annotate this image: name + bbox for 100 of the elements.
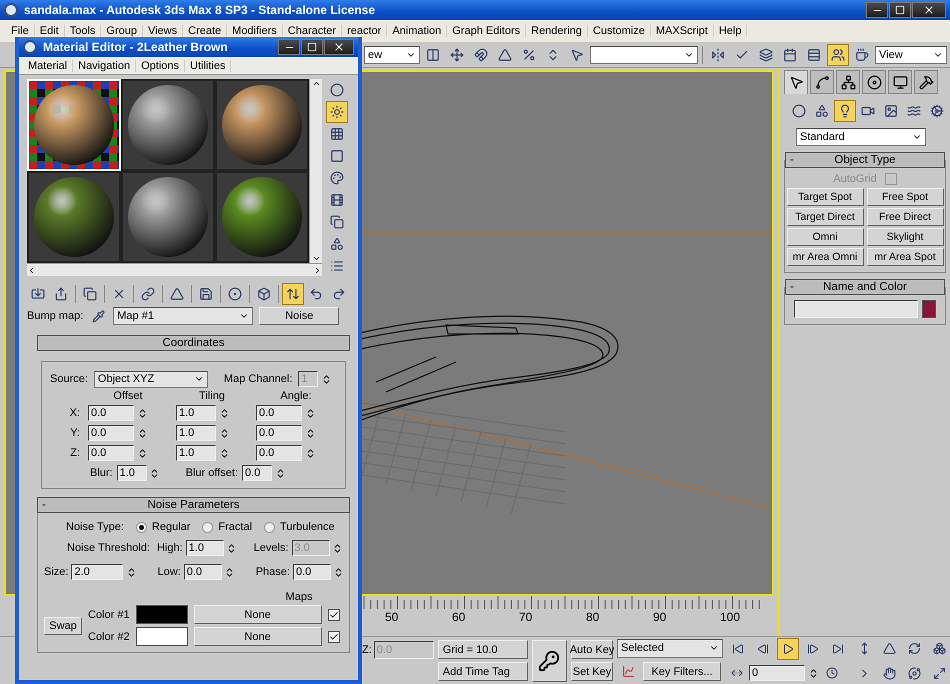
material-sample-slot[interactable]: [215, 171, 309, 263]
column-header: Tiling: [198, 390, 226, 402]
maximize-button[interactable]: [301, 39, 323, 55]
updown-icon[interactable]: [282, 283, 304, 305]
rollout-header[interactable]: Coordinates: [37, 335, 350, 351]
rollout-header[interactable]: - Name and Color: [785, 279, 945, 295]
menu-item[interactable]: Customize: [588, 25, 651, 37]
menu-item[interactable]: Rendering: [526, 25, 588, 37]
checkmark-icon: [328, 610, 339, 620]
map-slot-button[interactable]: None: [194, 605, 322, 624]
number-field[interactable]: 0.0: [184, 564, 222, 580]
close-button[interactable]: [912, 2, 946, 18]
map-name-dropdown[interactable]: Map #1: [113, 307, 254, 325]
number-field[interactable]: 0.0: [88, 445, 134, 461]
rollout-header[interactable]: - Object Type: [785, 152, 945, 168]
material-sample-slot[interactable]: [121, 171, 215, 263]
minimize-button[interactable]: [278, 39, 300, 55]
color-label: Color #2: [88, 630, 130, 642]
hierarchy-tab[interactable]: [836, 70, 860, 94]
noise-threshold-label: Noise Threshold:: [67, 542, 150, 554]
minimize-button[interactable]: [866, 2, 888, 18]
number-field[interactable]: 0.0: [256, 445, 302, 461]
light-type-button[interactable]: Target Spot: [786, 188, 864, 206]
rollout-header[interactable]: - Noise Parameters: [37, 497, 350, 513]
light-type-button[interactable]: Omni: [786, 228, 864, 246]
blur-offset-label: Blur offset:: [186, 467, 238, 479]
light-type-button[interactable]: Skylight: [866, 228, 944, 246]
number-field[interactable]: 1.0: [176, 425, 216, 441]
light-type-button[interactable]: mr Area Spot: [866, 248, 944, 266]
key-mode-dropdown[interactable]: Selected: [617, 638, 723, 658]
maximize-icon: [895, 5, 905, 15]
selection-set-dropdown[interactable]: [590, 46, 698, 64]
curve-tab[interactable]: [810, 70, 834, 94]
monitor-tab[interactable]: [888, 70, 912, 94]
number-field[interactable]: 0.0: [256, 425, 302, 441]
map-checkbox[interactable]: [328, 608, 340, 620]
radio-button[interactable]: [136, 522, 147, 532]
color-swatch[interactable]: [922, 300, 936, 318]
menu-item[interactable]: Help: [714, 25, 748, 37]
menu-item[interactable]: Animation: [387, 25, 448, 37]
light-type-button[interactable]: Free Direct: [866, 208, 944, 226]
play-icon[interactable]: [777, 638, 799, 660]
name-field[interactable]: [794, 300, 918, 318]
light-icon[interactable]: [834, 100, 856, 122]
key-icon: [538, 650, 560, 672]
color-swatch[interactable]: [136, 627, 188, 646]
cursor-tab[interactable]: [784, 70, 808, 94]
number-field[interactable]: 0: [749, 665, 805, 681]
number-field[interactable]: 0.0: [256, 405, 302, 421]
key-button[interactable]: [532, 640, 567, 682]
coordinate-dropdown[interactable]: View: [875, 46, 947, 64]
material-sample-slot[interactable]: [27, 171, 121, 263]
map-type-button[interactable]: Noise: [259, 307, 340, 325]
close-button[interactable]: [324, 39, 354, 55]
map-channel-label: Map Channel:: [224, 373, 292, 385]
key-filters-button[interactable]: Key Filters...: [643, 662, 721, 681]
number-field[interactable]: 1.0: [116, 465, 147, 481]
people-icon[interactable]: [827, 44, 849, 66]
number-field[interactable]: 0.0: [88, 405, 134, 421]
category-dropdown[interactable]: Standard: [796, 128, 926, 146]
source-dropdown[interactable]: Object XYZ: [94, 370, 208, 388]
light-type-button[interactable]: Free Spot: [866, 188, 944, 206]
menu-item[interactable]: Material: [23, 60, 74, 72]
material-sample-slot[interactable]: [215, 79, 309, 171]
disc-tab[interactable]: [862, 70, 886, 94]
light-type-button[interactable]: Target Direct: [786, 208, 864, 226]
blur-label: Blur:: [90, 467, 113, 479]
menu-item[interactable]: Navigation: [73, 60, 136, 72]
number-field[interactable]: 1.0: [176, 405, 216, 421]
light-type-button[interactable]: mr Area Omni: [786, 248, 864, 266]
auto-key-button[interactable]: Auto Key: [571, 640, 613, 659]
horizontal-scrollbar[interactable]: [27, 263, 322, 276]
radio-button[interactable]: [202, 522, 214, 532]
number-field[interactable]: 0.0: [88, 425, 134, 441]
number-field[interactable]: 0.0: [292, 564, 331, 580]
menu-item[interactable]: Utilities: [185, 60, 232, 72]
map-slot-button[interactable]: None: [194, 627, 322, 646]
menu-item[interactable]: Graph Editors: [447, 25, 526, 37]
number-field[interactable]: 2.0: [71, 564, 124, 580]
add-time-tag-button[interactable]: Add Time Tag: [438, 662, 528, 681]
hammer-tab[interactable]: [914, 70, 938, 94]
vertical-scrollbar[interactable]: [309, 79, 322, 263]
cursor-icon: [788, 75, 804, 90]
sun-icon[interactable]: [326, 101, 348, 123]
hierarchy-icon: [840, 74, 856, 90]
color-swatch[interactable]: [136, 605, 188, 624]
menu-item[interactable]: MAXScript: [650, 25, 714, 37]
number-field[interactable]: 0.0: [242, 465, 272, 481]
viewport-dropdown[interactable]: ew: [364, 46, 420, 64]
material-sample-slot[interactable]: [121, 79, 215, 171]
swap-button[interactable]: Swap: [44, 616, 82, 634]
source-label: Source:: [50, 373, 88, 385]
set-key-button[interactable]: Set Key: [571, 662, 613, 681]
number-field[interactable]: 1.0: [186, 540, 224, 556]
maximize-button[interactable]: [889, 2, 911, 18]
size-label: Size:: [44, 566, 68, 578]
number-field[interactable]: 1.0: [176, 445, 216, 461]
map-checkbox[interactable]: [328, 630, 340, 642]
radio-button[interactable]: [264, 522, 276, 532]
menu-item[interactable]: Options: [136, 60, 186, 72]
